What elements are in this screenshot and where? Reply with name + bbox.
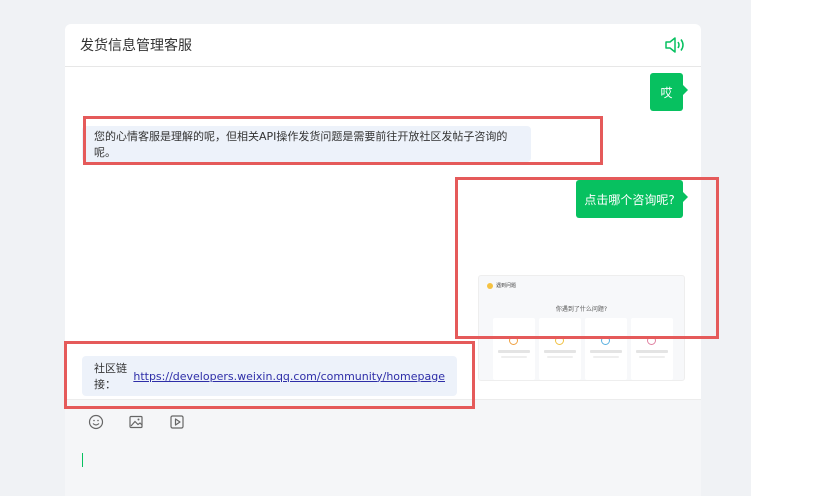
card-sub-line	[501, 356, 527, 358]
video-icon[interactable]	[169, 414, 185, 430]
highlight-box	[83, 116, 603, 165]
input-area[interactable]	[65, 399, 701, 496]
text-cursor[interactable]	[82, 453, 83, 467]
speaker-icon[interactable]	[664, 36, 686, 54]
user-message-bubble: 哎	[650, 73, 688, 111]
card-sub-line	[593, 356, 619, 358]
highlight-box	[455, 177, 719, 339]
card-label-line	[498, 350, 530, 353]
card-label-line	[544, 350, 576, 353]
card-sub-line	[639, 356, 665, 358]
card-label-line	[590, 350, 622, 353]
card-label-line	[636, 350, 668, 353]
chat-title: 发货信息管理客服	[80, 38, 192, 54]
emoji-icon[interactable]	[88, 414, 104, 430]
card-sub-line	[547, 356, 573, 358]
message-text: 哎	[660, 85, 673, 100]
chat-header: 发货信息管理客服	[65, 24, 701, 67]
image-icon[interactable]	[128, 414, 144, 430]
highlight-box	[64, 341, 475, 409]
